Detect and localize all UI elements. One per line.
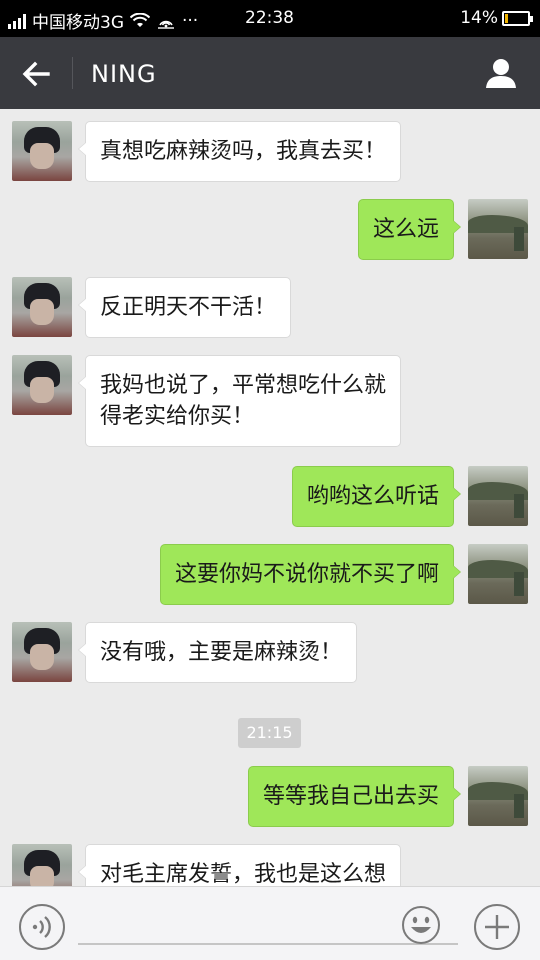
person-icon[interactable] [484, 57, 518, 89]
wifi-icon [130, 12, 150, 27]
hotspot-icon [158, 20, 174, 29]
carrier-label: 中国移动3G [32, 13, 124, 33]
sent-message[interactable]: 等等我自己出去买 [247, 766, 462, 827]
arrow-left-icon[interactable] [18, 57, 54, 91]
received-message[interactable]: 对毛主席发誓，我也是这么想 [77, 844, 402, 886]
received-message[interactable]: 真想吃麻辣烫吗，我真去买！ [77, 121, 402, 182]
my-avatar[interactable] [468, 466, 528, 526]
sent-message[interactable]: 这要你妈不说你就不买了啊 [159, 544, 462, 605]
chat-header: NING [0, 37, 540, 109]
battery-icon [502, 10, 533, 26]
message-line: 得老实给你买！ [100, 404, 255, 429]
my-avatar[interactable] [468, 766, 528, 826]
more-status-icon: ··· [182, 10, 199, 31]
battery-percent: 14% [460, 8, 498, 28]
contact-avatar[interactable] [12, 355, 72, 415]
sent-message[interactable]: 这么远 [357, 199, 462, 260]
plus-icon[interactable] [473, 903, 521, 951]
my-avatar[interactable] [468, 544, 528, 604]
input-bar [0, 886, 540, 960]
smiley-icon[interactable] [401, 905, 441, 945]
status-bar: 中国移动3G ··· 22:38 14% [0, 0, 540, 37]
signal-icon [8, 13, 26, 29]
received-message[interactable]: 我妈也说了，平常想吃什么就 得老实给你买！ [77, 355, 402, 447]
message-list[interactable]: 真想吃麻辣烫吗，我真去买！ 这么远 反正明天不干活！ 我妈也说了，平常想吃什么就… [0, 109, 540, 886]
contact-avatar[interactable] [12, 844, 72, 886]
voice-icon[interactable] [18, 903, 66, 951]
contact-avatar[interactable] [12, 277, 72, 337]
my-avatar[interactable] [468, 199, 528, 259]
time-divider: 21:15 [238, 718, 301, 748]
received-message[interactable]: 反正明天不干活！ [77, 277, 292, 338]
received-message[interactable]: 没有哦，主要是麻辣烫！ [77, 622, 358, 683]
contact-avatar[interactable] [12, 622, 72, 682]
sent-message[interactable]: 哟哟这么听话 [291, 466, 462, 527]
message-line: 我妈也说了，平常想吃什么就 [100, 373, 387, 398]
header-divider [72, 57, 73, 89]
chat-title: NING [91, 60, 157, 88]
clock: 22:38 [245, 8, 294, 28]
contact-avatar[interactable] [12, 121, 72, 181]
